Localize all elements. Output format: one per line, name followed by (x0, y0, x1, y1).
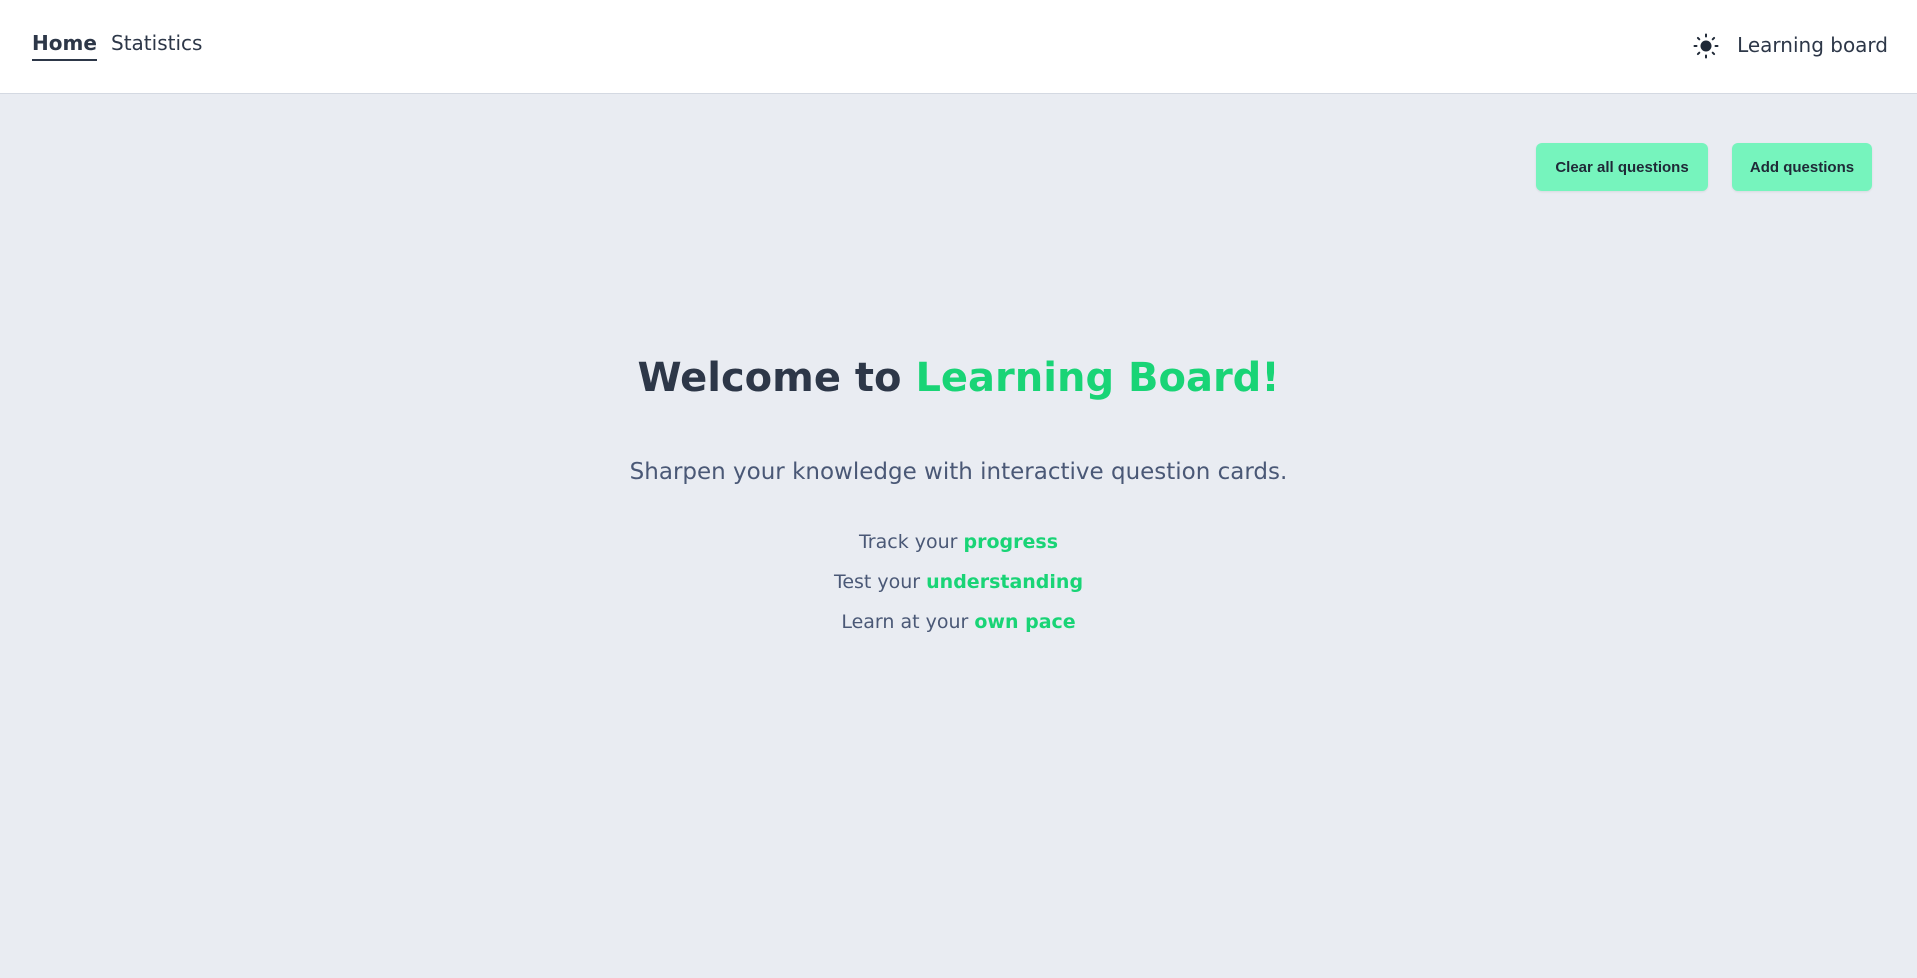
feature-prefix: Track your (858, 531, 964, 553)
nav-home-link[interactable]: Home (32, 31, 97, 61)
feature-item: Track your progress (0, 522, 1917, 562)
feature-accent: own pace (974, 611, 1076, 633)
feature-prefix: Learn at your (841, 611, 975, 633)
feature-item: Test your understanding (0, 562, 1917, 602)
title-accent: Learning Board! (915, 355, 1280, 401)
feature-item: Learn at your own pace (0, 602, 1917, 642)
hero-subtitle: Sharpen your knowledge with interactive … (629, 459, 1288, 485)
sun-icon[interactable] (1693, 33, 1719, 59)
feature-accent: progress (963, 531, 1059, 553)
feature-prefix: Test your (833, 571, 927, 593)
feature-list: Track your progress Test your understand… (0, 522, 1917, 642)
nav-statistics-link[interactable]: Statistics (111, 31, 202, 59)
feature-accent: understanding (926, 571, 1084, 593)
brand-title: Learning board (1737, 33, 1888, 57)
clear-all-questions-button[interactable]: Clear all questions (1536, 143, 1708, 191)
add-questions-button[interactable]: Add questions (1732, 143, 1872, 191)
page-title: Welcome to Learning Board! (0, 348, 1917, 408)
title-prefix: Welcome to (637, 355, 916, 401)
welcome-hero: Welcome to Learning Board! Sharpen your … (0, 348, 1917, 642)
top-navbar: Home Statistics Learning board (0, 0, 1917, 94)
